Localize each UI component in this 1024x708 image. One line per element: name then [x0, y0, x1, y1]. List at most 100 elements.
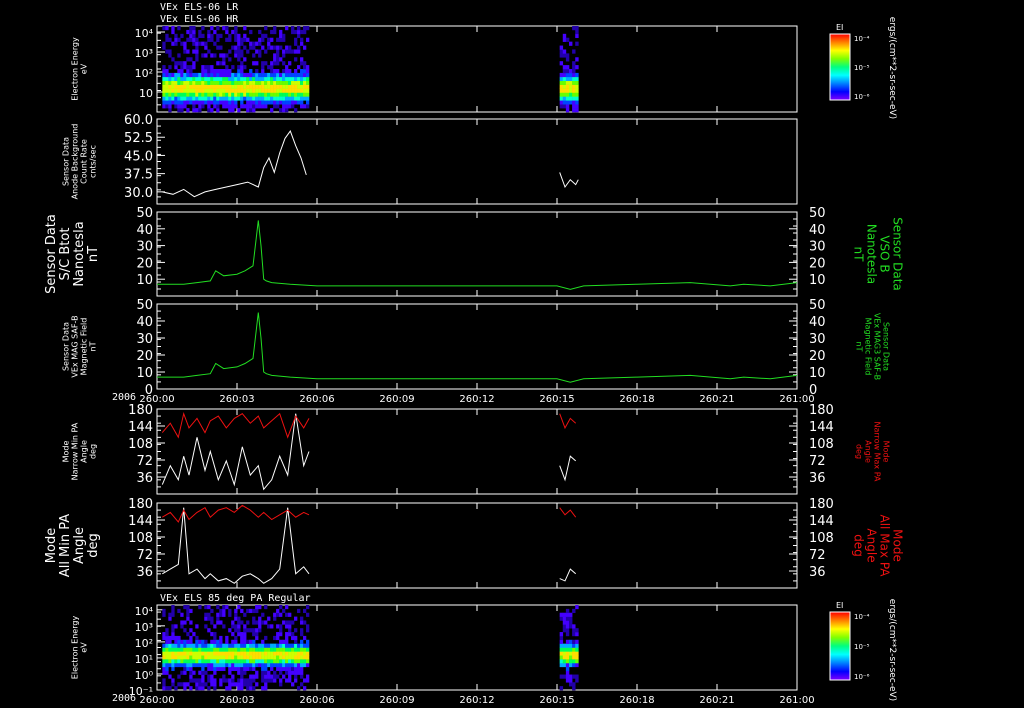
- spectrogram-cell: [246, 49, 250, 54]
- spectrogram-cell: [306, 84, 310, 89]
- spectrogram-cell: [252, 104, 256, 109]
- spectrogram-cell: [189, 69, 193, 74]
- spectrogram-cell: [279, 682, 283, 687]
- spectrogram-cell: [183, 104, 187, 109]
- spectrogram-cell: [195, 678, 199, 683]
- spectrogram-cell: [285, 666, 289, 671]
- spectrogram-cell: [162, 643, 166, 648]
- spectrogram-cell: [288, 76, 292, 82]
- spectrogram-cell: [174, 686, 178, 691]
- y-tick-label-els-spectrogram-bottom: 10²: [135, 637, 153, 650]
- spectrogram-cell: [291, 632, 295, 637]
- spectrogram-cell: [255, 635, 259, 641]
- y-tick-label-right-narrow-pa: 144: [809, 420, 834, 435]
- spectrogram-cell: [267, 96, 271, 101]
- spectrogram-cell: [258, 651, 262, 656]
- spectrogram-cell: [171, 624, 175, 629]
- spectrogram-cell: [168, 80, 172, 85]
- spectrogram-cell: [192, 37, 196, 42]
- spectrogram-cell: [234, 84, 238, 89]
- spectrogram-cell: [168, 662, 172, 668]
- spectrogram-cell: [264, 620, 268, 625]
- spectrogram-cell: [270, 647, 274, 652]
- spectrogram-cell: [273, 61, 277, 66]
- spectrogram-cell: [222, 26, 226, 31]
- spectrogram-cell: [273, 674, 277, 679]
- spectrogram-cell: [279, 659, 283, 664]
- spectrogram-cell: [162, 647, 166, 652]
- spectrogram-cell: [249, 608, 253, 614]
- spectrogram-cell: [572, 651, 576, 656]
- spectrogram-cell: [237, 659, 241, 664]
- spectrogram-cell: [297, 72, 301, 78]
- spectrogram-cell: [189, 88, 193, 93]
- spectrogram-cell: [216, 605, 220, 610]
- spectrogram-cell: [291, 49, 295, 54]
- spectrogram-cell: [559, 84, 564, 89]
- spectrogram-cell: [285, 612, 289, 617]
- y-tick-label-els-spectrogram-top: 10²: [135, 67, 153, 80]
- spectrogram-cell: [222, 53, 226, 58]
- spectrogram-cell: [240, 104, 244, 109]
- spectrogram-cell: [297, 608, 301, 614]
- spectrogram-cell: [183, 49, 187, 54]
- spectrogram-cell: [565, 72, 570, 78]
- spectrogram-cell: [219, 72, 223, 78]
- spectrogram-cell: [569, 84, 573, 89]
- spectrogram-cell: [213, 80, 217, 85]
- spectrogram-cell: [279, 37, 283, 42]
- spectrogram-cell: [195, 108, 199, 113]
- spectrogram-cell: [572, 104, 576, 109]
- spectrogram-cell: [189, 84, 193, 89]
- spectrogram-cell: [569, 88, 573, 93]
- spectrogram-cell: [282, 647, 286, 652]
- spectrogram-cell: [195, 686, 199, 691]
- spectrogram-cell: [186, 49, 190, 54]
- spectrogram-cell: [261, 643, 265, 648]
- spectrogram-cell: [276, 608, 280, 614]
- spectrogram-cell: [303, 651, 307, 656]
- spectrogram-cell: [306, 26, 310, 31]
- spectrogram-cell: [222, 104, 226, 109]
- spectrogram-cell: [303, 686, 307, 691]
- spectrogram-cell: [300, 37, 304, 42]
- spectrogram-cell: [174, 72, 178, 78]
- spectrogram-cell: [249, 88, 253, 93]
- spectrogram-cell: [559, 639, 564, 644]
- spectrogram-cell: [303, 92, 307, 97]
- spectrogram-cell: [228, 647, 232, 652]
- spectrogram-cell: [207, 72, 211, 78]
- spectrogram-cell: [213, 678, 217, 683]
- spectrogram-cell: [297, 92, 301, 97]
- spectrogram-cell: [186, 100, 190, 105]
- x-tick-label-mid: 260:21: [699, 394, 734, 405]
- spectrogram-cell: [562, 612, 567, 617]
- spectrogram-cell: [249, 69, 253, 74]
- spectrogram-cell: [207, 76, 211, 82]
- spectrogram-cell: [562, 49, 567, 54]
- spectrogram-cell: [168, 72, 172, 78]
- spectrogram-cell: [572, 647, 576, 652]
- spectrogram-cell: [225, 37, 229, 42]
- spectrogram-cell: [174, 647, 178, 652]
- spectrogram-cell: [207, 100, 211, 105]
- spectrogram-cell: [258, 624, 262, 629]
- spectrogram-cell: [186, 662, 190, 668]
- spectrogram-cell: [243, 72, 247, 78]
- spectrogram-cell: [246, 76, 250, 82]
- spectrogram-cell: [264, 651, 268, 656]
- spectrogram-cell: [252, 678, 256, 683]
- spectrogram-cell: [303, 608, 307, 614]
- spectrogram-cell: [168, 49, 172, 54]
- spectrogram-cell: [231, 96, 235, 101]
- spectrogram-cell: [285, 662, 289, 668]
- spectrogram-cell: [252, 100, 256, 105]
- spectrogram-cell: [174, 659, 178, 664]
- spectrogram-cell: [300, 616, 304, 621]
- spectrogram-cell: [225, 639, 229, 644]
- spectrogram-cell: [180, 620, 184, 625]
- spectrogram-cell: [180, 647, 184, 652]
- spectrogram-cell: [210, 674, 214, 679]
- spectrogram-cell: [207, 662, 211, 668]
- spectrogram-cell: [246, 88, 250, 93]
